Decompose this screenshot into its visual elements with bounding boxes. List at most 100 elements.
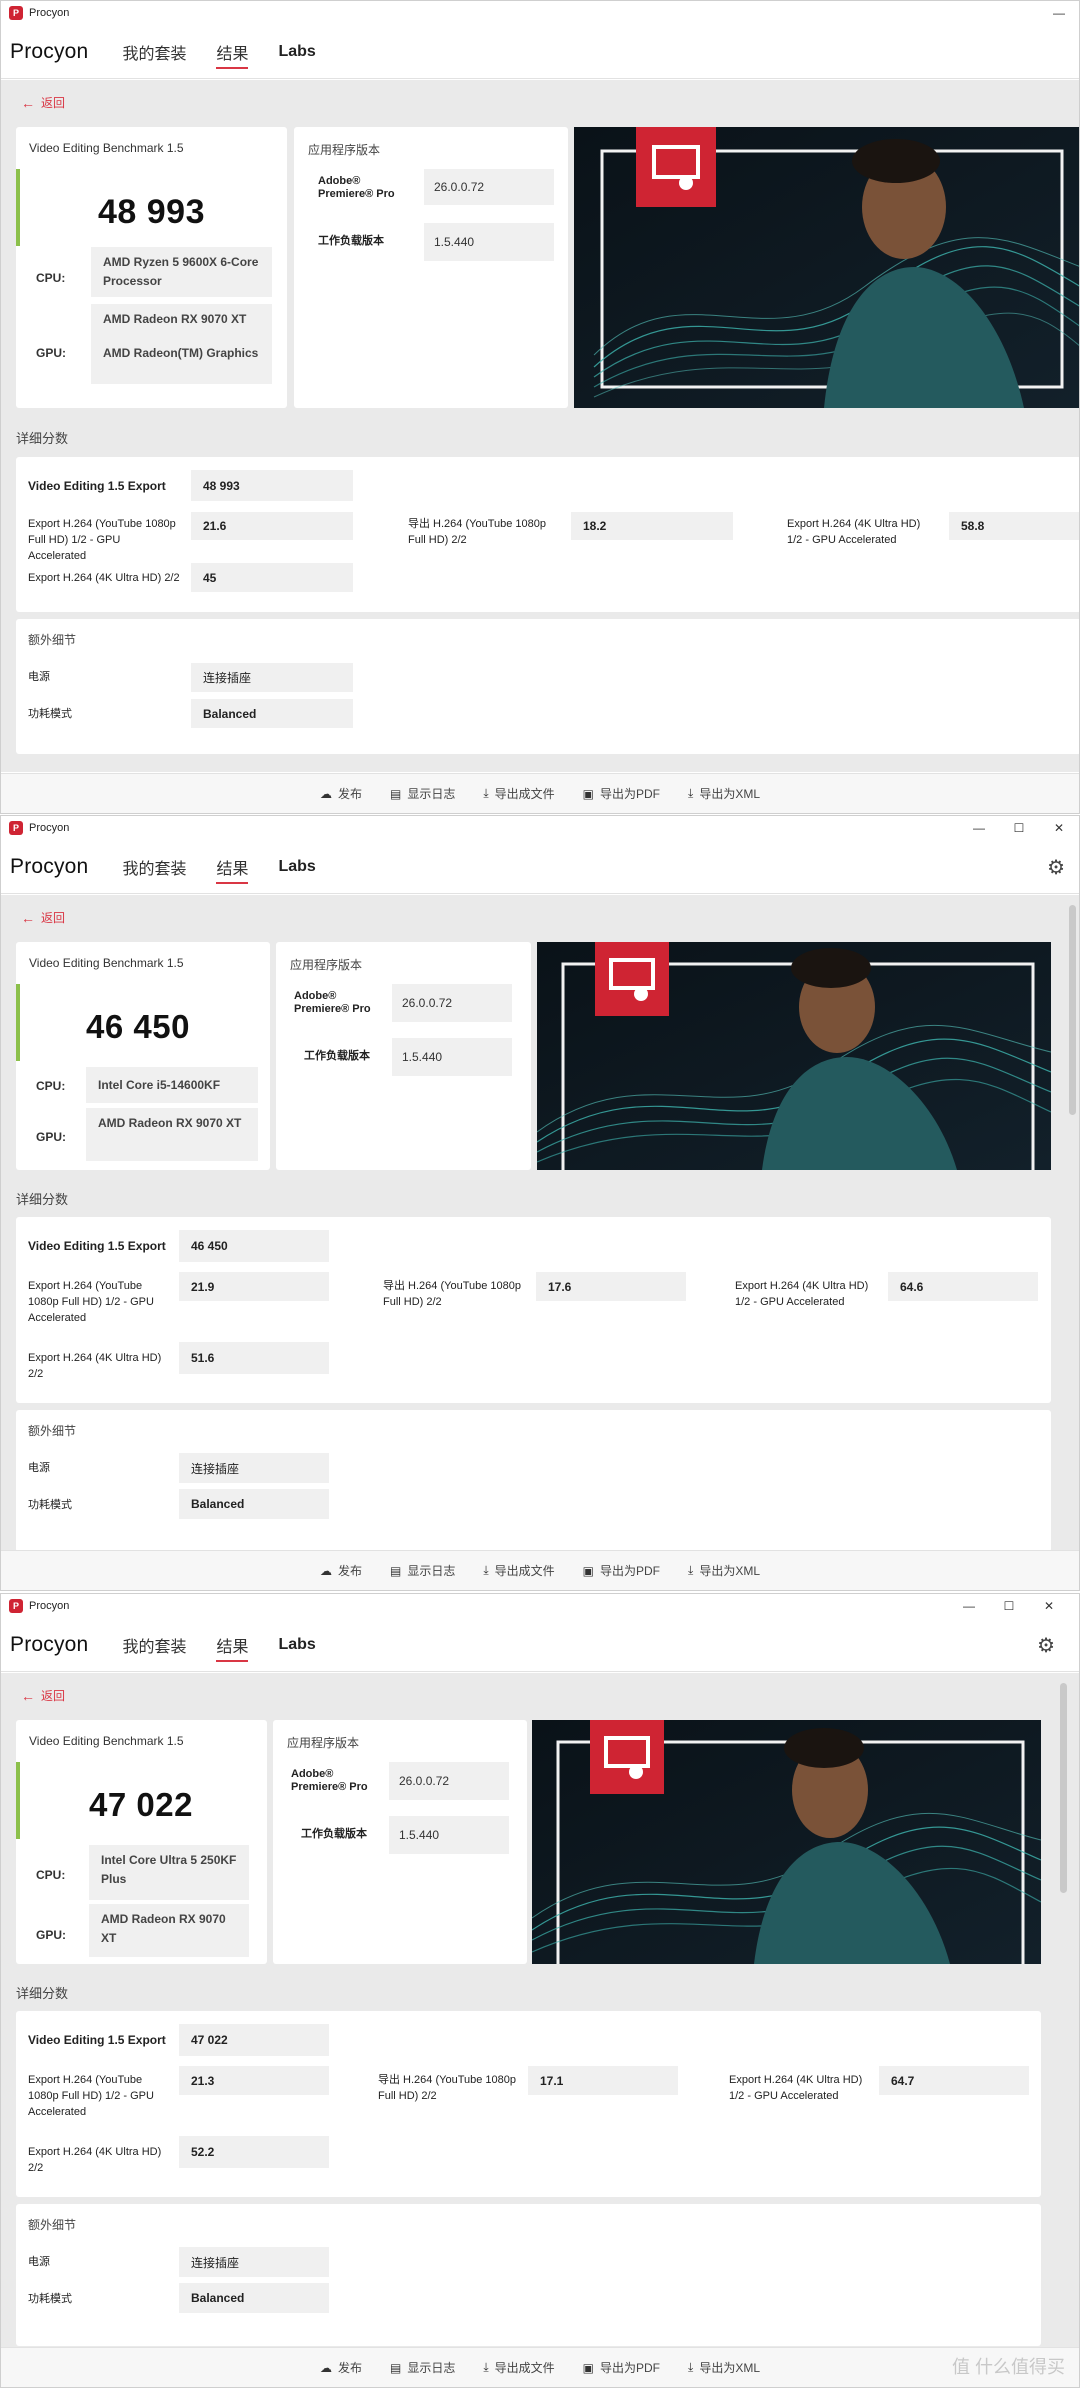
power-value: 连接插座 bbox=[179, 1453, 329, 1483]
hero-image bbox=[537, 942, 1051, 1170]
maximize-button[interactable]: ☐ bbox=[989, 1594, 1029, 1618]
export-pdf-label: 导出为PDF bbox=[600, 2361, 661, 2375]
test-4-label: Export H.264 (4K Ultra HD) 2/2 bbox=[28, 2146, 162, 2174]
publish-button[interactable]: ☁ 发布 bbox=[320, 785, 362, 802]
cloud-upload-icon: ☁ bbox=[319, 1563, 332, 1578]
back-link[interactable]: ← 返回 bbox=[21, 1687, 65, 1704]
tab-results[interactable]: 结果 bbox=[216, 1618, 249, 1672]
show-log-button[interactable]: ▤ 显示日志 bbox=[390, 1562, 455, 1579]
app-version-title: 应用程序版本 bbox=[290, 958, 363, 972]
cpu-label: CPU: bbox=[36, 271, 66, 285]
maximize-button[interactable]: ☐ bbox=[999, 816, 1039, 840]
brand-name: Procyon bbox=[10, 1632, 89, 1656]
premiere-version: 26.0.0.72 bbox=[389, 1762, 509, 1800]
test-1-label: Export H.264 (YouTube 1080p Full HD) 1/2… bbox=[28, 518, 176, 562]
publish-button[interactable]: ☁ 发布 bbox=[320, 2359, 362, 2376]
vertical-scrollbar[interactable] bbox=[1069, 905, 1076, 1115]
score-indicator-bar bbox=[16, 169, 20, 246]
brand-name: Procyon bbox=[10, 39, 89, 63]
menu-bar: Procyon 我的套装 结果 Labs ⚙ bbox=[1, 840, 1079, 894]
procyon-window-2: P Procyon — ☐ ✕ Procyon 我的套装 结果 Labs ⚙ ←… bbox=[0, 815, 1080, 1591]
extra-details-card: 额外细节 电源 连接插座 功耗模式 Balanced bbox=[16, 1410, 1051, 1552]
minimize-button[interactable]: — bbox=[1039, 1, 1079, 25]
back-link[interactable]: ← 返回 bbox=[21, 909, 65, 926]
title-bar[interactable]: P Procyon — ☐ ✕ bbox=[1, 816, 1079, 840]
title-bar[interactable]: P Procyon — ☐ ✕ bbox=[1, 1594, 1079, 1618]
procyon-window-1: P Procyon — Procyon 我的套装 结果 Labs ← 返回 Vi… bbox=[0, 0, 1080, 814]
score-indicator-bar bbox=[16, 1762, 20, 1839]
export-label: Video Editing 1.5 Export bbox=[28, 1239, 166, 1253]
export-xml-label: 导出为XML bbox=[699, 2361, 761, 2375]
export-pdf-button[interactable]: ▣ 导出为PDF bbox=[583, 1562, 660, 1579]
close-button[interactable]: ✕ bbox=[1029, 1594, 1069, 1618]
premiere-label: Adobe® Premiere® Pro bbox=[291, 1768, 368, 1793]
settings-gear-icon[interactable]: ⚙ bbox=[1047, 855, 1065, 880]
close-button[interactable]: ✕ bbox=[1039, 816, 1079, 840]
download-icon: ⤓ bbox=[688, 786, 694, 800]
video-editing-illustration bbox=[532, 1720, 1041, 1964]
cloud-upload-icon: ☁ bbox=[319, 2360, 332, 2375]
extra-details-title: 额外细节 bbox=[28, 1424, 77, 1438]
power-value: 连接插座 bbox=[179, 2247, 329, 2277]
overall-score: 46 450 bbox=[86, 1008, 190, 1045]
export-xml-button[interactable]: ⤓ 导出为XML bbox=[688, 2359, 760, 2376]
video-editing-illustration bbox=[574, 127, 1079, 408]
export-score: 47 022 bbox=[179, 2024, 329, 2056]
tab-labs[interactable]: Labs bbox=[278, 840, 315, 894]
window-title: Procyon bbox=[29, 1600, 70, 1612]
export-file-button[interactable]: ⤓ 导出成文件 bbox=[483, 2359, 554, 2376]
score-indicator-bar bbox=[16, 984, 20, 1061]
export-score: 46 450 bbox=[179, 1230, 329, 1262]
settings-gear-icon[interactable]: ⚙ bbox=[1037, 1633, 1055, 1658]
export-pdf-button[interactable]: ▣ 导出为PDF bbox=[583, 2359, 660, 2376]
workload-version: 1.5.440 bbox=[392, 1038, 512, 1076]
publish-button[interactable]: ☁ 发布 bbox=[320, 1562, 362, 1579]
test-2-label: 导出 H.264 (YouTube 1080p Full HD) 2/2 bbox=[408, 518, 546, 546]
watermark: 值 什么值得买 bbox=[951, 2357, 1065, 2377]
minimize-button[interactable]: — bbox=[949, 1594, 989, 1618]
tab-labs[interactable]: Labs bbox=[278, 1618, 315, 1672]
export-label: Video Editing 1.5 Export bbox=[28, 2033, 166, 2047]
app-version-card: 应用程序版本 Adobe® Premiere® Pro 26.0.0.72 工作… bbox=[294, 127, 568, 408]
show-log-label: 显示日志 bbox=[407, 787, 456, 801]
test-1-value: 21.3 bbox=[179, 2066, 329, 2095]
export-file-button[interactable]: ⤓ 导出成文件 bbox=[483, 785, 554, 802]
export-pdf-button[interactable]: ▣ 导出为PDF bbox=[583, 785, 660, 802]
cpu-value: Intel Core i5-14600KF bbox=[86, 1067, 258, 1103]
export-xml-button[interactable]: ⤓ 导出为XML bbox=[688, 785, 760, 802]
publish-label: 发布 bbox=[337, 787, 362, 801]
show-log-button[interactable]: ▤ 显示日志 bbox=[390, 785, 455, 802]
title-bar[interactable]: P Procyon — bbox=[1, 1, 1079, 25]
power-mode-value: Balanced bbox=[179, 1489, 329, 1519]
footer-toolbar: ☁ 发布 ▤ 显示日志 ⤓ 导出成文件 ▣ 导出为PDF ⤓ 导出为XML bbox=[1, 1550, 1079, 1590]
hero-image bbox=[574, 127, 1079, 408]
back-link[interactable]: ← 返回 bbox=[21, 94, 65, 111]
show-log-button[interactable]: ▤ 显示日志 bbox=[390, 2359, 455, 2376]
document-icon: ▤ bbox=[389, 2360, 402, 2375]
score-card: Video Editing Benchmark 1.5 47 022 CPU: … bbox=[16, 1720, 267, 1964]
power-label: 电源 bbox=[28, 671, 50, 683]
download-icon: ⤓ bbox=[483, 2360, 489, 2374]
test-3-label: Export H.264 (4K Ultra HD) 1/2 - GPU Acc… bbox=[729, 2074, 863, 2102]
test-2-value: 18.2 bbox=[571, 512, 733, 540]
minimize-button[interactable]: — bbox=[959, 816, 999, 840]
extra-details-title: 额外细节 bbox=[28, 633, 77, 647]
gpu-label: GPU: bbox=[36, 1130, 66, 1144]
tab-my-suites[interactable]: 我的套装 bbox=[122, 1618, 186, 1672]
benchmark-name: Video Editing Benchmark 1.5 bbox=[29, 1734, 184, 1748]
cpu-label: CPU: bbox=[36, 1868, 66, 1882]
export-file-button[interactable]: ⤓ 导出成文件 bbox=[483, 1562, 554, 1579]
vertical-scrollbar[interactable] bbox=[1060, 1683, 1067, 1893]
download-icon: ⤓ bbox=[483, 786, 489, 800]
tab-results[interactable]: 结果 bbox=[216, 25, 249, 79]
tab-results[interactable]: 结果 bbox=[216, 840, 249, 894]
gpu-label: GPU: bbox=[36, 346, 66, 360]
export-file-label: 导出成文件 bbox=[494, 1564, 555, 1578]
tab-labs[interactable]: Labs bbox=[278, 25, 315, 79]
extra-details-card: 额外细节 电源 连接插座 功耗模式 Balanced bbox=[16, 2204, 1041, 2346]
test-2-label: 导出 H.264 (YouTube 1080p Full HD) 2/2 bbox=[383, 1280, 521, 1308]
tab-my-suites[interactable]: 我的套装 bbox=[122, 840, 186, 894]
publish-label: 发布 bbox=[337, 1564, 362, 1578]
tab-my-suites[interactable]: 我的套装 bbox=[122, 25, 186, 79]
export-xml-button[interactable]: ⤓ 导出为XML bbox=[688, 1562, 760, 1579]
